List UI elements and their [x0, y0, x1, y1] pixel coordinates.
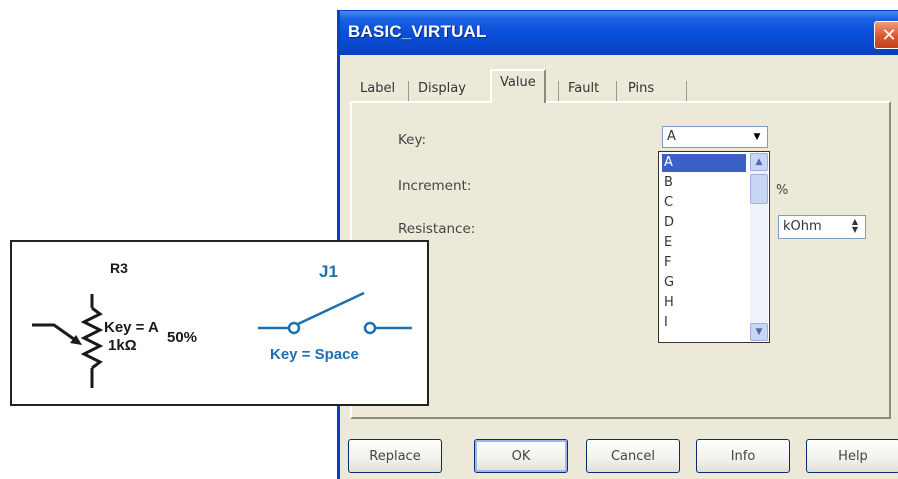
scroll-down-icon[interactable]: ▼ [750, 323, 768, 341]
dropdown-option[interactable]: E [662, 234, 746, 252]
info-button[interactable]: Info [696, 439, 790, 473]
schematic-box: R3 Key = A 50% 1kΩ J1 Key = Space [10, 240, 429, 406]
r3-reference: R3 [110, 260, 128, 276]
dialog-title: BASIC_VIRTUAL [348, 22, 487, 41]
tab-fault[interactable]: Fault [568, 75, 599, 102]
increment-label: Increment: [398, 178, 472, 194]
info-button-label: Info [730, 448, 756, 464]
tab-separator [616, 81, 617, 101]
ok-button[interactable]: OK [474, 439, 568, 473]
tab-display[interactable]: Display [418, 75, 466, 102]
dropdown-option[interactable]: I [662, 314, 746, 332]
help-button[interactable]: Help [806, 439, 898, 473]
spin-icon[interactable]: ▲ ▼ [847, 218, 863, 236]
j1-reference: J1 [319, 262, 338, 281]
dropdown-option[interactable]: G [662, 274, 746, 292]
key-combobox-value: A [667, 129, 676, 144]
dropdown-scrollbar[interactable]: ▲ ▼ [750, 153, 768, 341]
r3-value: 1kΩ [108, 337, 137, 354]
replace-button[interactable]: Replace [348, 439, 442, 473]
tab-separator [686, 81, 687, 101]
dropdown-option[interactable]: A [662, 154, 746, 172]
key-combobox[interactable]: A ▼ [662, 126, 768, 148]
r3-key-label: Key = A [104, 319, 159, 336]
replace-button-label: Replace [369, 448, 421, 464]
j1-key-label: Key = Space [270, 346, 359, 363]
tab-value-text: Value [500, 75, 536, 90]
tab-pins-text: Pins [628, 81, 655, 96]
scroll-thumb[interactable] [750, 174, 768, 204]
tab-label[interactable]: Label [360, 75, 395, 102]
tab-separator [558, 81, 559, 101]
tab-display-text: Display [418, 81, 466, 96]
resistance-unit-value: kOhm [783, 219, 822, 234]
dropdown-option[interactable]: H [662, 294, 746, 312]
dropdown-option[interactable]: F [662, 254, 746, 272]
value-tab-panel [350, 101, 891, 419]
dropdown-option[interactable]: B [662, 174, 746, 192]
close-button[interactable]: ✕ [874, 21, 898, 49]
cancel-button-label: Cancel [610, 448, 656, 464]
tab-separator [408, 81, 409, 101]
dropdown-option[interactable]: D [662, 214, 746, 232]
ok-button-label: OK [511, 448, 531, 464]
close-icon: ✕ [881, 24, 897, 46]
tab-value[interactable]: Value [490, 69, 546, 103]
dropdown-arrow-icon[interactable]: ▼ [748, 128, 766, 146]
key-dropdown-list[interactable]: A B C D E F G H I ▲ ▼ [658, 151, 770, 343]
scroll-up-icon[interactable]: ▲ [750, 153, 768, 171]
key-label: Key: [398, 132, 427, 148]
potentiometer-icon [32, 294, 104, 388]
tab-pins[interactable]: Pins [628, 75, 654, 102]
r3-percent: 50% [167, 329, 198, 346]
resistance-label: Resistance: [398, 221, 476, 237]
increment-unit: % [776, 183, 789, 198]
cancel-button[interactable]: Cancel [586, 439, 680, 473]
resistance-unit-spinner[interactable]: kOhm ▲ ▼ [778, 215, 866, 239]
switch-icon [258, 291, 412, 335]
help-button-label: Help [838, 448, 868, 464]
schematic-drawing [32, 291, 412, 388]
dropdown-option[interactable]: C [662, 194, 746, 212]
tab-label-text: Label [360, 81, 396, 96]
tab-fault-text: Fault [568, 81, 600, 96]
title-bar[interactable]: BASIC_VIRTUAL ✕ [340, 11, 898, 55]
